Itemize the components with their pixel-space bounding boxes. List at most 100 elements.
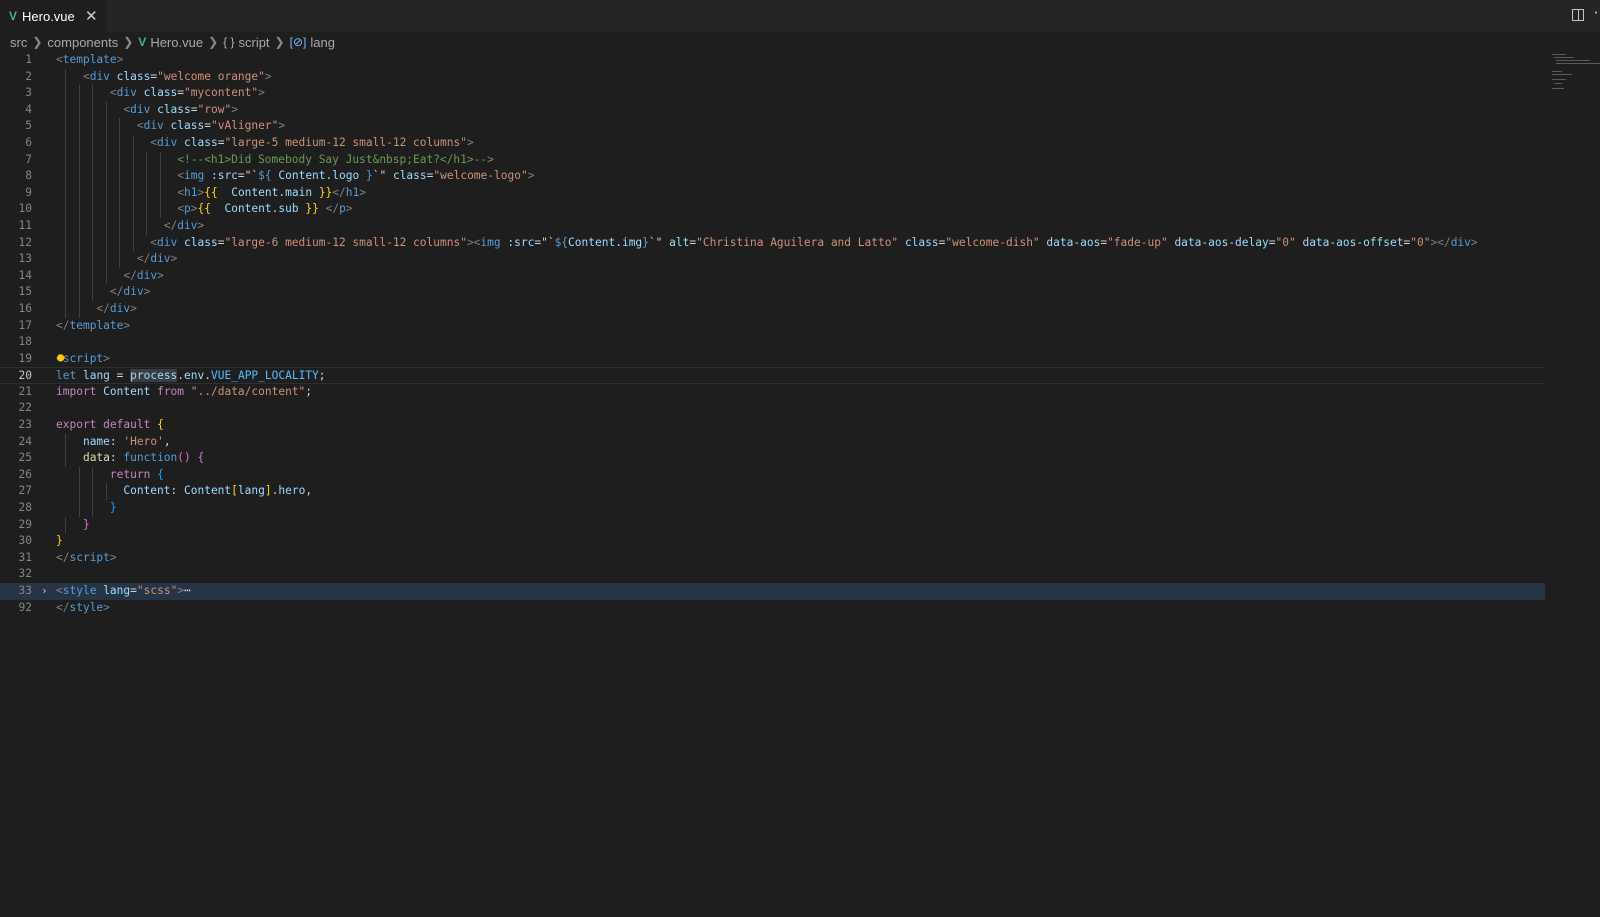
code-text: <div class="welcome orange">	[56, 69, 272, 86]
code-token: template	[62, 53, 117, 66]
code-line[interactable]: 22	[0, 400, 1545, 417]
line-number: 26	[18, 467, 32, 481]
code-text: name: 'Hero',	[56, 434, 171, 451]
code-line[interactable]: 7 <!--<h1>Did Somebody Say Just&nbsp;Eat…	[0, 151, 1545, 169]
code-editor[interactable]: 1 <template> 2 <div class="welcome orange"…	[0, 52, 1545, 616]
more-actions-icon[interactable]: ·	[1592, 6, 1600, 21]
code-line[interactable]: 5 <div class="vAligner">	[0, 118, 1545, 135]
code-line[interactable]: 14 </div>	[0, 267, 1545, 285]
code-line[interactable]: 26 return {	[0, 466, 1545, 484]
breadcrumb: src ❯ components ❯ V Hero.vue ❯ { } scri…	[10, 33, 335, 51]
code-text: </div>	[56, 301, 136, 318]
code-token: class	[116, 69, 151, 83]
code-token: style	[62, 584, 97, 597]
code-line[interactable]: 4 <div class="row">	[0, 101, 1545, 119]
code-line[interactable]: 20 let lang = process.env.VUE_APP_LOCALIT…	[0, 367, 1545, 384]
code-line[interactable]: 27 Content: Content[lang].hero,	[0, 483, 1545, 501]
code-token: div	[123, 285, 144, 299]
code-token: style	[69, 600, 104, 614]
code-token: div	[109, 301, 131, 315]
code-line[interactable]: 31 </script>	[0, 550, 1545, 567]
code-token: div	[177, 218, 198, 232]
code-line[interactable]: 33 › <style lang="scss">⋯	[0, 583, 1545, 600]
breadcrumb-item-lang[interactable]: lang	[310, 35, 335, 50]
code-line[interactable]: 6 <div class="large-5 medium-12 small-12…	[0, 134, 1545, 152]
code-token: "Christina Aguilera and Latto"	[696, 235, 899, 249]
code-token: default	[103, 418, 151, 432]
code-line[interactable]: 24 name: 'Hero',	[0, 433, 1545, 451]
code-line[interactable]: 92 </style>	[0, 600, 1545, 617]
close-icon[interactable]: ✕	[85, 7, 98, 25]
lightbulb-icon[interactable]: ●	[57, 349, 64, 366]
minimap[interactable]	[1548, 52, 1600, 92]
line-number: 31	[18, 550, 32, 564]
breadcrumb-item-file[interactable]: Hero.vue	[150, 35, 203, 50]
code-token: class	[904, 235, 939, 249]
code-token: "fade-up"	[1107, 235, 1168, 249]
code-token: import	[56, 384, 97, 398]
code-token: {	[197, 451, 205, 465]
code-token: ;	[305, 384, 313, 398]
breadcrumb-item-script[interactable]: script	[238, 35, 269, 50]
code-line[interactable]: 28 }	[0, 500, 1545, 517]
code-token: :	[170, 484, 184, 498]
code-token: div	[130, 102, 151, 116]
code-token: >	[170, 252, 178, 266]
tab-hero-vue[interactable]: V Hero.vue ✕	[0, 0, 106, 32]
code-line[interactable]: 32	[0, 566, 1545, 583]
code-token: }	[365, 169, 373, 183]
code-token: "large-5 medium-12 small-12 columns"	[224, 135, 467, 149]
code-line[interactable]: 1 <template>	[0, 52, 1545, 69]
code-line[interactable]: 3 <div class="mycontent">	[0, 85, 1545, 102]
code-line[interactable]: 23 export default {	[0, 417, 1545, 434]
code-token: </	[56, 318, 70, 332]
code-token: ${	[258, 169, 272, 183]
code-token: Content	[123, 484, 171, 498]
code-line[interactable]: 18	[0, 334, 1545, 351]
code-line[interactable]: 9 <h1>{{ Content.main }}</h1>	[0, 184, 1545, 202]
line-number: 30	[18, 534, 32, 548]
code-token: >	[1470, 235, 1478, 249]
code-line[interactable]: 17 </template>	[0, 318, 1545, 335]
line-number: 11	[18, 218, 32, 232]
line-number: 1	[25, 53, 32, 66]
breadcrumb-item-components[interactable]: components	[47, 35, 118, 50]
code-token: p	[339, 202, 346, 216]
code-line[interactable]: 21 import Content from "../data/content";	[0, 384, 1545, 401]
split-editor-icon[interactable]	[1572, 9, 1584, 21]
chevron-right-icon[interactable]: ›	[41, 583, 48, 600]
code-token: lang	[237, 484, 265, 498]
code-token: .	[615, 235, 622, 249]
code-token: </	[163, 218, 178, 232]
code-token: Content	[184, 484, 232, 498]
breadcrumb-item-src[interactable]: src	[10, 35, 27, 50]
code-token: export	[56, 418, 97, 432]
line-number: 18	[18, 335, 32, 349]
code-line[interactable]: 16 </div>	[0, 300, 1545, 318]
code-line[interactable]: 10 <p>{{ Content.sub }} </p>	[0, 201, 1545, 218]
code-line[interactable]: 11 </div>	[0, 217, 1545, 235]
code-token: <	[82, 69, 90, 83]
code-line[interactable]: 19 <script> ●	[0, 349, 1545, 368]
code-token: data-aos-offset	[1302, 235, 1404, 249]
code-token: "0"	[1410, 235, 1431, 249]
code-line[interactable]: 15 </div>	[0, 284, 1545, 301]
code-line[interactable]: 30}	[0, 533, 1545, 550]
code-line[interactable]: 13 </div>	[0, 251, 1545, 268]
code-line[interactable]: 8 <img :src="`${ Content.logo }`" class=…	[0, 168, 1545, 185]
code-token: "../data/content"	[190, 384, 306, 398]
code-token: >	[143, 285, 151, 299]
line-number: 33	[18, 584, 32, 597]
code-token: class	[170, 119, 205, 133]
code-line[interactable]: 25 data: function() {	[0, 450, 1545, 467]
code-line[interactable]: 29 }	[0, 516, 1545, 534]
code-line[interactable]: 2 <div class="welcome orange">	[0, 68, 1545, 86]
code-line[interactable]: 12 <div class="large-6 medium-12 small-1…	[0, 234, 1545, 252]
